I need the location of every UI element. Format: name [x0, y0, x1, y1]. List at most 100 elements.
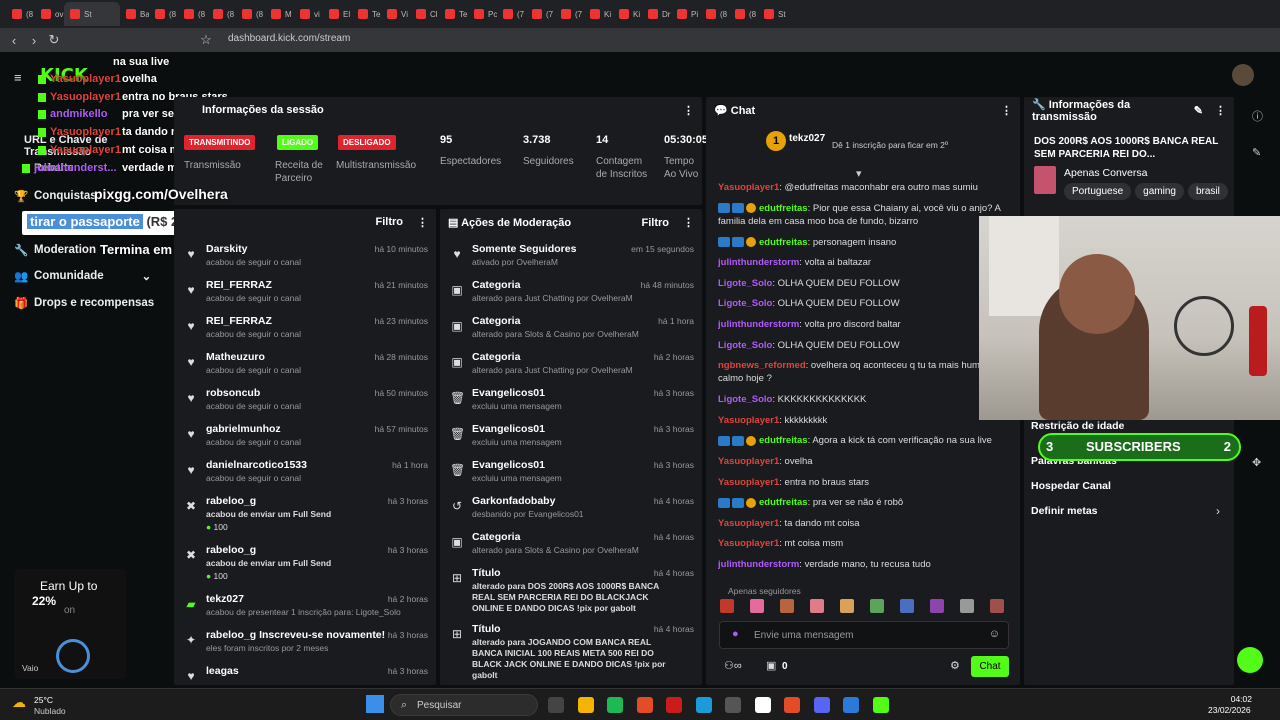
emote-icon[interactable] — [960, 599, 974, 613]
browser-tab[interactable]: (8 — [149, 2, 178, 26]
list-item[interactable]: ▰ tekz027 acabou de presentear 1 inscrição… — [174, 591, 436, 627]
browser-tab[interactable]: Ba — [120, 2, 149, 26]
more-options-icon[interactable]: ⋮ — [683, 104, 694, 117]
list-item[interactable]: ♥ Matheuzuro acabou de seguir o canal há 28… — [174, 349, 436, 385]
taskbar-app-icon[interactable] — [548, 697, 564, 713]
back-icon[interactable]: ‹ — [4, 33, 24, 48]
help-button[interactable] — [1237, 647, 1263, 673]
chat-username[interactable]: julinthunderstorm — [718, 257, 799, 268]
browser-tab[interactable]: (8 — [178, 2, 207, 26]
more-options-icon[interactable]: ⋮ — [683, 217, 694, 229]
bookmark-icon[interactable]: ☆ — [196, 32, 216, 48]
chat-username[interactable]: edutfreitas — [759, 497, 808, 508]
chat-username[interactable]: Yasuoplayer1 — [718, 456, 779, 467]
taskbar-app-icon[interactable] — [636, 697, 653, 713]
chat-username[interactable]: Ligote_Solo — [718, 298, 772, 309]
chat-username[interactable]: edutfreitas — [759, 435, 808, 446]
browser-tab[interactable]: Vi — [381, 2, 410, 26]
taskbar-app-icon[interactable] — [784, 697, 800, 713]
browser-tab[interactable]: St — [64, 2, 120, 26]
list-item[interactable]: ✦ rabeloo_g Inscreveu-se novamente! eles f… — [174, 627, 436, 663]
browser-tab[interactable]: Dr — [642, 2, 671, 26]
ad-widget[interactable]: Earn Up to 22% on Vaio — [14, 569, 126, 679]
list-item[interactable]: ⊞ Título alterado para DOS 200R$ AOS 1000R… — [440, 565, 702, 621]
browser-tab[interactable]: Te — [352, 2, 381, 26]
collapse-icon[interactable]: ▾ — [856, 167, 862, 180]
browser-tab[interactable]: (8 — [729, 2, 758, 26]
more-options-icon[interactable]: ⋮ — [417, 216, 428, 229]
points-icon[interactable]: ⚇∞ — [724, 659, 742, 672]
list-item[interactable]: ⊞ Título alterado para JOGANDO COM BANCA R… — [440, 621, 702, 680]
chat-username[interactable]: Ligote_Solo — [718, 340, 772, 351]
list-item[interactable]: ♥ gabrielmunhoz acabou de seguir o canal há… — [174, 421, 436, 457]
sidebar-item-moderation[interactable]: 🔧 Moderation — [14, 243, 96, 257]
taskbar-app-icon[interactable] — [666, 697, 682, 713]
browser-tab[interactable]: Ki — [613, 2, 642, 26]
list-item[interactable]: ♥ REI_FERRAZ acabou de seguir o canal há 23… — [174, 313, 436, 349]
sidebar-item-comunidade[interactable]: 👥 Comunidade ⌄ — [14, 269, 151, 283]
chat-username[interactable]: Yasuoplayer1 — [718, 538, 779, 549]
list-item[interactable]: 🗑 Evangelicos01 excluiu uma mensagem há 3 h… — [440, 457, 702, 493]
tag-chip[interactable]: Portuguese — [1064, 183, 1132, 200]
chat-username[interactable]: edutfreitas — [759, 203, 808, 214]
browser-tab[interactable]: St — [758, 2, 787, 26]
chat-input[interactable]: ● Envie uma mensagem ☺ — [719, 621, 1009, 649]
chat-username[interactable]: Yasuoplayer1 — [718, 477, 779, 488]
set-goals-item[interactable]: Definir metas — [1031, 505, 1098, 517]
taskbar-app-icon[interactable] — [607, 697, 623, 713]
emote-icon[interactable] — [870, 599, 884, 613]
store-icon[interactable]: ▣ — [766, 659, 776, 672]
browser-tab[interactable]: Pc — [468, 2, 497, 26]
url-field[interactable]: dashboard.kick.com/stream — [228, 33, 350, 44]
list-item[interactable]: ▣ Categoria alterado para Slots & Casino p… — [440, 529, 702, 565]
emote-icon[interactable] — [750, 599, 764, 613]
forward-icon[interactable]: › — [24, 33, 44, 48]
more-options-icon[interactable]: ⋮ — [1001, 104, 1012, 117]
list-item[interactable]: ↺ Garkonfadobaby desbanido por Evangelicos… — [440, 493, 702, 529]
chat-username[interactable]: Ligote_Solo — [718, 278, 772, 289]
windows-icon[interactable] — [366, 695, 384, 713]
browser-tab[interactable]: Cl — [410, 2, 439, 26]
browser-tab[interactable]: Pi — [671, 2, 700, 26]
taskbar-app-icon[interactable] — [754, 697, 771, 713]
chat-username[interactable]: ngbnews_reformed — [718, 360, 806, 371]
list-item[interactable]: ♥ REI_FERRAZ acabou de seguir o canal há 21… — [174, 277, 436, 313]
taskbar-app-icon[interactable] — [813, 697, 830, 713]
taskbar-app-icon[interactable] — [843, 697, 859, 713]
chat-username[interactable]: edutfreitas — [759, 237, 808, 248]
browser-tab[interactable]: (8 — [207, 2, 236, 26]
taskbar-search[interactable]: ⌕ Pesquisar — [390, 694, 538, 716]
list-item[interactable]: ♥ Darskity acabou de seguir o canal há 10 m… — [174, 241, 436, 277]
emote-icon[interactable] — [930, 599, 944, 613]
browser-tab[interactable]: (7 — [526, 2, 555, 26]
pinned-user[interactable]: tekz027 — [789, 133, 825, 144]
list-item[interactable]: ▣ Categoria alterado para Slots & Casino p… — [440, 313, 702, 349]
mic-icon[interactable]: ● — [732, 628, 739, 640]
emote-icon[interactable] — [780, 599, 794, 613]
browser-tab[interactable]: M — [265, 2, 294, 26]
chat-username[interactable]: julinthunderstorm — [718, 559, 799, 570]
emote-icon[interactable] — [810, 599, 824, 613]
age-restriction-item[interactable]: Restrição de idade — [1031, 420, 1124, 432]
list-item[interactable]: 🗑 Evangelicos01 excluiu uma mensagem há 3 h… — [440, 385, 702, 421]
category-name[interactable]: Apenas Conversa — [1064, 167, 1147, 179]
chat-username[interactable]: julinthunderstorm — [718, 319, 799, 330]
browser-tab[interactable]: El — [323, 2, 352, 26]
emote-icon[interactable] — [840, 599, 854, 613]
browser-tab[interactable]: Ki — [584, 2, 613, 26]
list-item[interactable]: ✖ rabeloo_g acabou de enviar um Full Send h… — [174, 542, 436, 591]
list-item[interactable]: ✖ rabeloo_g acabou de enviar um Full Send h… — [174, 493, 436, 542]
taskbar-app-icon[interactable] — [577, 697, 594, 713]
browser-tab[interactable]: (7 — [555, 2, 584, 26]
list-item[interactable]: ▣ Categoria alterado para Just Chatting po… — [440, 349, 702, 385]
emote-icon[interactable] — [990, 599, 1004, 613]
browser-tab[interactable]: Te — [439, 2, 468, 26]
list-item[interactable]: ♥ robsoncub acabou de seguir o canal há 50 … — [174, 385, 436, 421]
tag-chip[interactable]: gaming — [1135, 183, 1184, 200]
list-item[interactable]: ▣ Categoria alterado para Just Chatting po… — [440, 277, 702, 313]
tag-chip[interactable]: brasil — [1187, 183, 1228, 200]
filter-button[interactable]: Filtro — [376, 216, 404, 228]
chat-username[interactable]: Ligote_Solo — [718, 394, 772, 405]
reload-icon[interactable]: ↻ — [44, 32, 64, 48]
browser-tab[interactable]: (8 — [236, 2, 265, 26]
